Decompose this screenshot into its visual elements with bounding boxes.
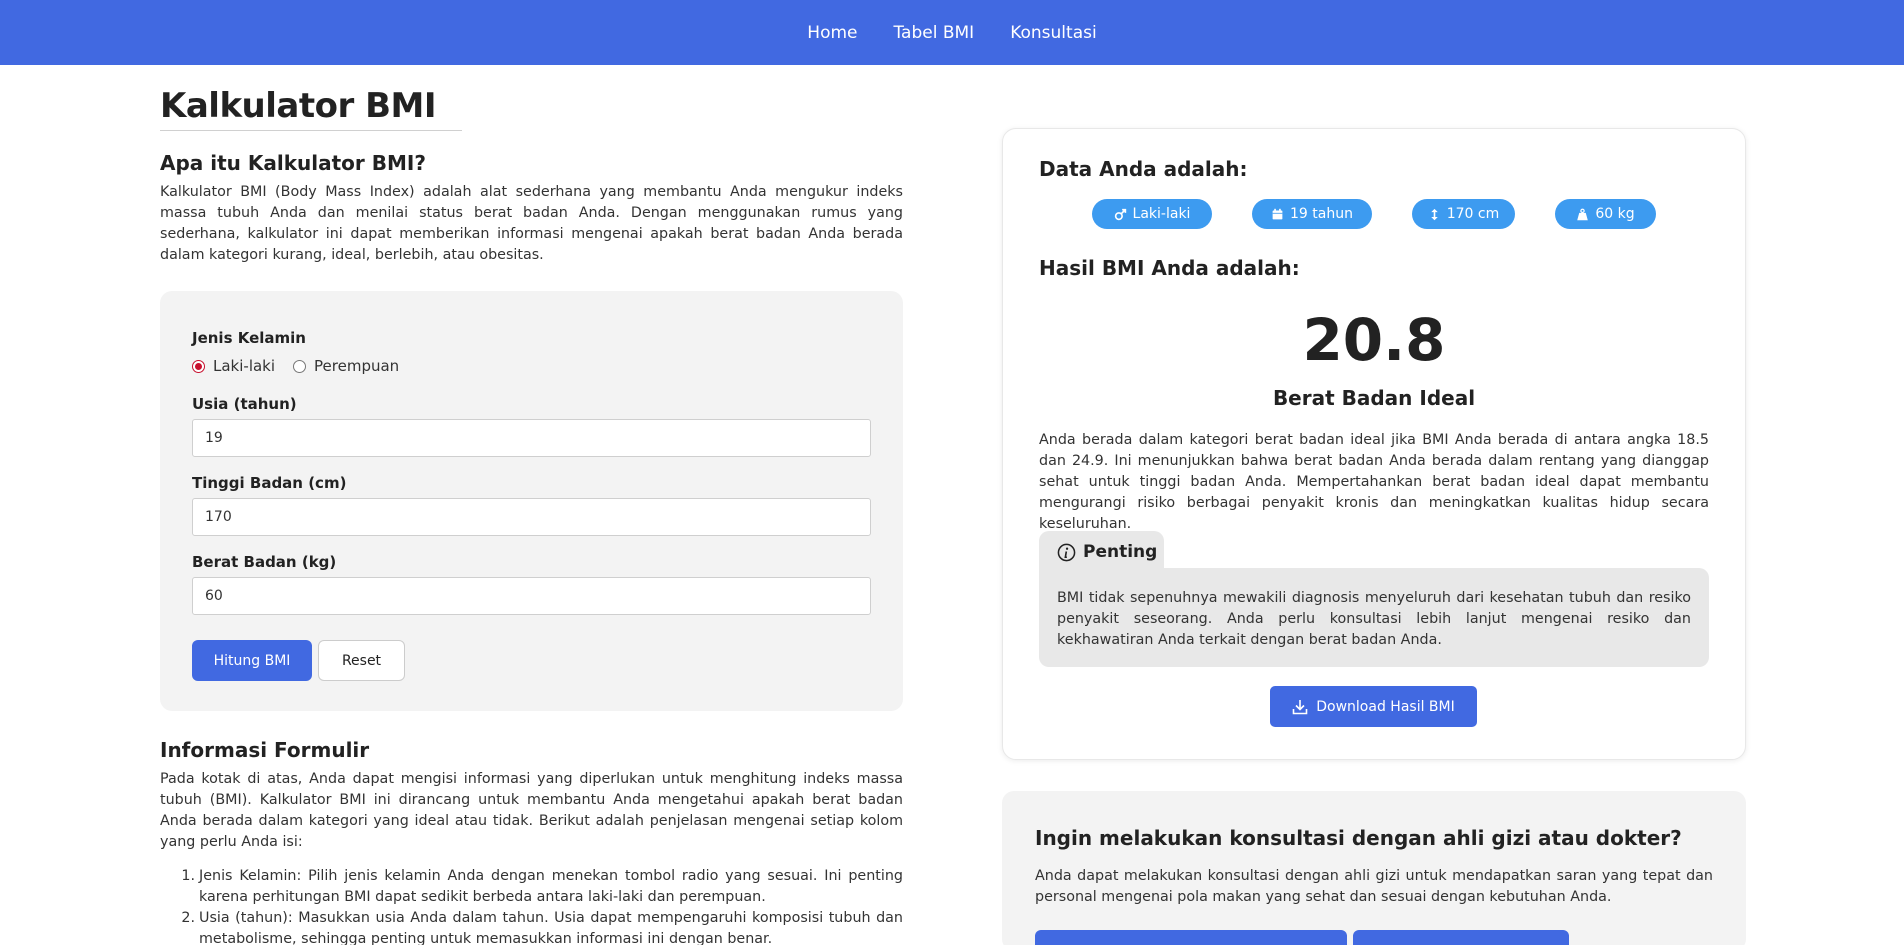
pill-gender: Laki-laki — [1092, 199, 1212, 229]
intro-heading: Apa itu Kalkulator BMI? — [160, 151, 426, 175]
height-arrows-icon — [1430, 208, 1438, 220]
gender-radio-group: Laki-laki Perempuan — [192, 357, 417, 375]
gender-option-male[interactable]: Laki-laki — [192, 357, 275, 375]
weight-icon — [1577, 208, 1589, 220]
info-list: 1. Jenis Kelamin: Pilih jenis kelamin An… — [160, 866, 903, 945]
list-item: 1. Jenis Kelamin: Pilih jenis kelamin An… — [160, 866, 903, 908]
info-icon — [1057, 543, 1076, 561]
calculate-bmi-button[interactable]: Hitung BMI — [192, 640, 312, 681]
data-heading: Data Anda adalah: — [1039, 157, 1248, 181]
title-divider — [160, 130, 462, 131]
weight-input[interactable]: 60 — [192, 577, 871, 615]
consult-text: Anda dapat melakukan konsultasi dengan a… — [1035, 868, 1713, 905]
pill-height: 170 cm — [1412, 199, 1515, 229]
pill-gender-label: Laki-laki — [1132, 206, 1191, 222]
info-text: Pada kotak di atas, Anda dapat mengisi i… — [160, 771, 903, 850]
page-title: Kalkulator BMI — [160, 86, 436, 126]
age-label: Usia (tahun) — [192, 395, 297, 413]
intro-text: Kalkulator BMI (Body Mass Index) adalah … — [160, 184, 903, 263]
list-item-text: Jenis Kelamin: Pilih jenis kelamin Anda … — [199, 868, 903, 905]
pill-weight-label: 60 kg — [1595, 206, 1635, 222]
bmi-heading: Hasil BMI Anda adalah: — [1039, 256, 1300, 280]
radio-female[interactable] — [293, 359, 307, 373]
consult-doctor-button[interactable] — [1353, 930, 1569, 945]
download-label: Download Hasil BMI — [1316, 698, 1455, 715]
bmi-category: Berat Badan Ideal — [1272, 386, 1476, 410]
pill-age-label: 19 tahun — [1290, 206, 1353, 222]
gender-option-female[interactable]: Perempuan — [293, 357, 399, 375]
bmi-value: 20.8 — [1302, 306, 1446, 374]
bmi-description: Anda berada dalam kategori berat badan i… — [1039, 432, 1709, 532]
nav-link-tabel-bmi[interactable]: Tabel BMI — [893, 23, 974, 43]
weight-label: Berat Badan (kg) — [192, 553, 337, 571]
list-item: 2. Usia (tahun): Masukkan usia Anda dala… — [160, 908, 903, 945]
age-input[interactable]: 19 — [192, 419, 871, 457]
radio-male[interactable] — [192, 359, 205, 373]
radio-male-label: Laki-laki — [213, 357, 276, 375]
top-navbar: Home Tabel BMI Konsultasi — [0, 0, 1904, 65]
nav-link-home[interactable]: Home — [807, 23, 857, 43]
consult-nutritionist-button[interactable] — [1035, 930, 1347, 945]
download-result-button[interactable]: Download Hasil BMI — [1270, 686, 1477, 727]
calendar-icon — [1272, 208, 1283, 219]
gender-label: Jenis Kelamin — [192, 329, 306, 347]
download-icon — [1292, 699, 1308, 714]
list-item-text: Usia (tahun): Masukkan usia Anda dalam t… — [199, 910, 903, 945]
pill-height-label: 170 cm — [1446, 206, 1500, 222]
height-label: Tinggi Badan (cm) — [192, 474, 347, 492]
bmi-form: Jenis Kelamin Laki-laki Perempuan Usia (… — [160, 291, 903, 711]
height-input[interactable]: 170 — [192, 498, 871, 536]
radio-female-label: Perempuan — [314, 357, 400, 375]
note-body: BMI tidak sepenuhnya mewakili diagnosis … — [1039, 568, 1709, 667]
nav-link-konsultasi[interactable]: Konsultasi — [1010, 23, 1097, 43]
consult-heading: Ingin melakukan konsultasi dengan ahli g… — [1035, 826, 1682, 850]
note-title: Penting — [1083, 542, 1158, 562]
pill-age: 19 tahun — [1252, 199, 1372, 229]
reset-button[interactable]: Reset — [318, 640, 405, 681]
info-heading: Informasi Formulir — [160, 738, 370, 762]
pill-weight: 60 kg — [1555, 199, 1656, 229]
male-icon — [1114, 208, 1126, 220]
note-tab: Penting — [1039, 531, 1164, 573]
